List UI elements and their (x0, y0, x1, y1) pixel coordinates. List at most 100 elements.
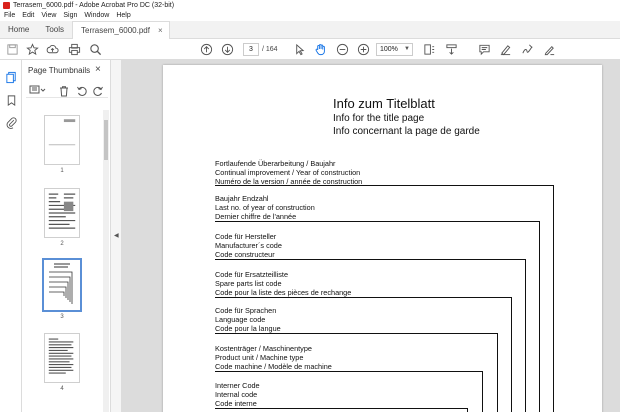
fill-sign-icon[interactable] (542, 42, 557, 57)
next-page-icon[interactable] (220, 42, 235, 57)
tab-close-icon[interactable]: × (158, 22, 163, 40)
attachments-icon[interactable] (4, 115, 18, 129)
block-2-line-3: Dernier chiffre de l'année (215, 212, 297, 221)
doc-heading-en: Info for the title page (333, 113, 425, 124)
block-5-line-1: Code für Sprachen (215, 306, 277, 315)
block-7-line-2: Internal code (215, 390, 258, 399)
rotate-right-icon[interactable] (92, 84, 104, 96)
block-5-line-3: Code pour la langue (215, 324, 281, 333)
zoom-value: 100% (380, 46, 398, 53)
thumbnail-tools (26, 82, 108, 98)
page-view-icon[interactable] (422, 42, 437, 57)
thumbnail-page-3[interactable] (42, 258, 82, 312)
block-6-line-2: Product unit / Machine type (215, 353, 304, 362)
main-toolbar (0, 39, 620, 60)
zoom-select[interactable]: 100% ▼ (376, 43, 413, 56)
block-3-line-2: Manufacturer´s code (215, 241, 282, 250)
panel-close-icon[interactable]: × (95, 64, 101, 75)
collapse-panel-icon[interactable]: ◀ (114, 232, 119, 239)
bracket-4-line (215, 297, 511, 298)
thumbnail-page-4[interactable] (44, 333, 80, 383)
block-1-line-2: Continual improvement / Year of construc… (215, 168, 361, 177)
thumbnails-scrollbar[interactable] (103, 110, 109, 412)
bracket-5-line (215, 333, 497, 334)
tab-bar: Home Tools Terrasem_6000.pdf × (0, 21, 620, 39)
thumbnail-label-4: 4 (60, 386, 64, 392)
bracket-1-line (215, 185, 553, 186)
tab-tools[interactable]: Tools (37, 21, 72, 39)
highlight-pen-icon[interactable] (498, 42, 513, 57)
block-6-line-3: Code machine / Modèle de machine (215, 362, 332, 371)
bookmarks-icon[interactable] (4, 93, 18, 107)
block-4-line-3: Code pour la liste des pièces de rechang… (215, 288, 352, 297)
block-3-line-1: Code für Hersteller (215, 232, 277, 241)
tab-home[interactable]: Home (0, 21, 37, 39)
comment-icon[interactable] (477, 42, 492, 57)
print-icon[interactable] (67, 42, 82, 57)
thumbnail-label-2: 2 (60, 241, 64, 247)
block-6-line-1: Kostenträger / Maschinentype (215, 344, 312, 353)
select-cursor-icon[interactable] (292, 42, 307, 57)
page-thumbnails-panel: Page Thumbnails × 1 2 3 4 (22, 60, 111, 412)
bracket-2-line (215, 221, 539, 222)
panel-title: Page Thumbnails (28, 66, 91, 75)
menu-bar: File Edit View Sign Window Help (0, 11, 620, 21)
menu-help[interactable]: Help (116, 11, 130, 21)
block-4-line-2: Spare parts list code (215, 279, 282, 288)
chevron-down-icon: ▼ (404, 46, 410, 52)
tab-document-label: Terrasem_6000.pdf (81, 25, 150, 35)
doc-heading-de: Info zum Titelblatt (333, 96, 435, 111)
current-page-input[interactable]: 3 (243, 43, 259, 56)
block-1-line-1: Fortlaufende Überarbeitung / Baujahr (215, 159, 336, 168)
menu-window[interactable]: Window (84, 11, 109, 21)
menu-sign[interactable]: Sign (63, 11, 77, 21)
search-icon[interactable] (88, 42, 103, 57)
block-5-line-2: Language code (215, 315, 266, 324)
rotate-left-icon[interactable] (76, 84, 88, 96)
bracket-5-drop (497, 333, 498, 412)
thumbnail-page-2[interactable] (44, 188, 80, 238)
acrobat-app-icon (3, 2, 10, 9)
previous-page-icon[interactable] (199, 42, 214, 57)
block-7-line-1: Interner Code (215, 381, 260, 390)
zoom-in-icon[interactable] (356, 42, 371, 57)
thumbnail-options-icon[interactable] (29, 84, 47, 96)
bookmark-star-icon[interactable] (25, 42, 40, 57)
draw-sign-icon[interactable] (520, 42, 535, 57)
block-2-line-1: Baujahr Endzahl (215, 194, 269, 203)
zoom-out-icon[interactable] (335, 42, 350, 57)
scroll-mode-icon[interactable] (444, 42, 459, 57)
bracket-6-line (215, 371, 482, 372)
delete-page-icon[interactable] (58, 84, 70, 97)
bracket-7-drop (467, 408, 468, 412)
menu-edit[interactable]: Edit (22, 11, 34, 21)
bracket-6-drop (482, 371, 483, 412)
navigation-pane-toolbar (0, 60, 22, 412)
window-title-bar: Terrasem_6000.pdf - Adobe Acrobat Pro DC… (0, 0, 620, 11)
menu-view[interactable]: View (41, 11, 56, 21)
block-4-line-1: Code für Ersatzteilliste (215, 270, 288, 279)
tab-document[interactable]: Terrasem_6000.pdf × (72, 21, 170, 39)
block-2-line-2: Last no. of year of construction (215, 203, 315, 212)
document-view[interactable]: Info zum Titelblatt Info for the title p… (122, 60, 620, 412)
pdf-page: Info zum Titelblatt Info for the title p… (163, 65, 602, 412)
thumbnails-scrollbar-thumb[interactable] (104, 120, 108, 160)
thumbnail-label-3: 3 (60, 314, 64, 320)
thumbnail-label-1: 1 (60, 168, 64, 174)
menu-file[interactable]: File (4, 11, 15, 21)
bracket-1-drop (553, 185, 554, 412)
upload-cloud-icon[interactable] (45, 42, 60, 57)
block-3-line-3: Code constructeur (215, 250, 275, 259)
thumbnail-page-1[interactable] (44, 115, 80, 165)
window-title: Terrasem_6000.pdf - Adobe Acrobat Pro DC… (13, 2, 175, 9)
page-thumbnails-icon[interactable] (4, 70, 18, 84)
bracket-3-line (215, 259, 525, 260)
panel-splitter[interactable]: ◀ (111, 60, 122, 412)
bracket-2-drop (539, 221, 540, 412)
hand-tool-icon[interactable] (313, 42, 328, 57)
doc-heading-fr: Info concernant la page de garde (333, 126, 480, 137)
page-count: / 164 (262, 46, 278, 53)
bracket-7-line (215, 408, 467, 409)
bracket-4-drop (511, 297, 512, 412)
save-icon[interactable] (5, 42, 20, 57)
